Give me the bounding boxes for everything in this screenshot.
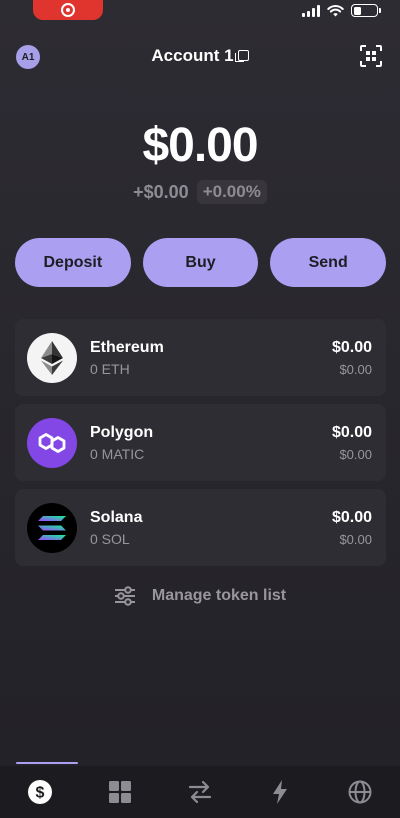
token-usd-change: $0.00 [339,361,372,377]
ethereum-logo-icon [27,332,77,383]
status-icons [302,4,381,17]
token-usd-change: $0.00 [339,446,372,462]
token-amount: 0 SOL [90,530,130,547]
manage-token-list-button[interactable]: Manage token list [0,586,400,606]
total-balance: $0.00 [142,119,258,172]
token-row-ethereum[interactable]: Ethereum 0 ETH $0.00 $0.00 [15,319,386,396]
token-amount: 0 ETH [90,360,130,377]
polygon-logo-icon [27,417,77,468]
screen-recording-indicator[interactable] [33,0,103,20]
token-row-solana[interactable]: Solana 0 SOL $0.00 $0.00 [15,489,386,566]
token-values: $0.00 $0.00 [332,509,372,547]
bottom-nav: $ [0,762,400,818]
change-value: +$0.00 [133,181,189,202]
token-name: Solana [90,508,143,526]
token-row-polygon[interactable]: Polygon 0 MATIC $0.00 $0.00 [15,404,386,481]
token-usd-value: $0.00 [331,423,372,441]
battery-icon [351,4,381,17]
account-selector[interactable]: Account 1 [0,46,400,66]
status-bar [0,0,400,24]
wifi-icon [327,4,344,16]
nav-tab-collectibles[interactable] [80,766,160,818]
globe-icon [348,780,372,804]
record-icon [61,3,75,17]
token-usd-value: $0.00 [331,338,372,356]
buy-button[interactable]: Buy [142,238,259,287]
manage-token-list-label: Manage token list [151,587,287,604]
token-info: Ethereum 0 ETH [90,339,332,377]
active-tab-indicator [16,762,78,764]
cellular-signal-icon [302,4,320,17]
copy-icon[interactable] [234,50,249,62]
token-info: Polygon 0 MATIC [90,424,332,462]
token-name: Ethereum [90,338,164,356]
change-percent-badge: +0.00% [196,180,267,204]
grid-icon [109,781,131,803]
token-usd-value: $0.00 [331,508,372,526]
deposit-button[interactable]: Deposit [15,238,131,287]
solana-logo-icon [27,502,77,553]
account-name: Account 1 [151,46,234,65]
token-list: Ethereum 0 ETH $0.00 $0.00 Polygon 0 MAT… [15,319,386,574]
nav-tab-activity[interactable] [240,766,320,818]
nav-tab-browser[interactable] [320,766,400,818]
nav-tab-wallet[interactable]: $ [0,766,80,818]
qr-scan-icon[interactable] [360,45,382,67]
nav-tab-swap[interactable] [160,766,240,818]
token-usd-change: $0.00 [339,531,372,547]
battery-level [353,6,362,15]
svg-text:$: $ [36,785,45,802]
send-button[interactable]: Send [270,238,387,287]
token-amount: 0 MATIC [90,445,145,462]
lightning-icon [273,780,287,804]
header: A1 Account 1 [0,40,400,74]
token-name: Polygon [90,423,154,441]
token-values: $0.00 $0.00 [332,424,372,462]
action-buttons: Deposit Buy Send [15,238,387,287]
sliders-icon [114,586,135,606]
dollar-icon: $ [28,780,52,804]
swap-icon [188,781,212,803]
balance-change: +$0.00 +0.00% [0,180,400,204]
token-values: $0.00 $0.00 [332,339,372,377]
token-info: Solana 0 SOL [90,509,332,547]
